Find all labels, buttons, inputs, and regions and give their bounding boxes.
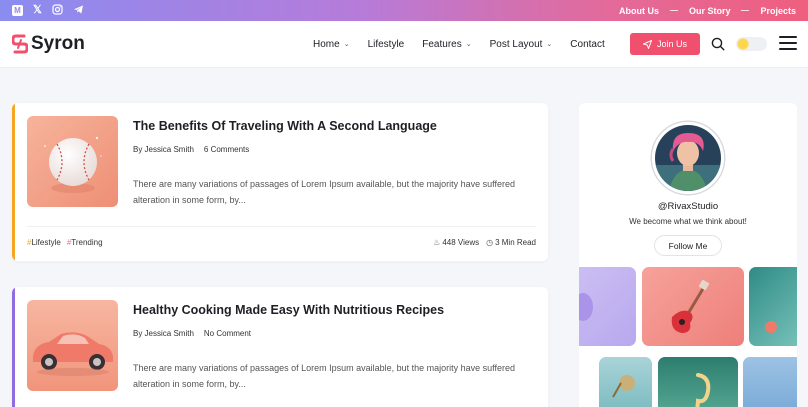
post-meta: By Jessica Smith 6 Comments [133, 145, 249, 154]
logo-mark-icon [12, 34, 28, 54]
post-meta: By Jessica Smith No Comment [133, 329, 251, 338]
tag-trending[interactable]: #Trending [67, 238, 103, 247]
clock-icon: ◷ [486, 238, 494, 247]
gallery-image[interactable] [579, 267, 636, 346]
post-author[interactable]: By Jessica Smith [133, 145, 194, 154]
site-logo[interactable]: Syron [12, 33, 85, 55]
author-widget: @RivaxStudio We become what we think abo… [579, 103, 797, 407]
divider [741, 10, 750, 11]
search-icon[interactable] [711, 37, 725, 51]
join-us-button[interactable]: Join Us [630, 33, 700, 55]
medium-icon[interactable]: M [12, 5, 23, 16]
nav-contact-label: Contact [570, 38, 605, 50]
flame-icon: ♨ [433, 238, 441, 247]
post-excerpt: There are many variations of passages of… [133, 179, 516, 205]
read-time-stat: ◷ 3 Min Read [486, 238, 536, 247]
site-header: Syron Home ⌄ Lifestyle Features ⌄ Post L… [0, 21, 808, 67]
projects-link[interactable]: Projects [760, 6, 796, 16]
telegram-icon[interactable] [73, 4, 84, 18]
nav-features-label: Features [422, 38, 462, 50]
logo-text: Syron [31, 33, 85, 54]
main-nav: Home ⌄ Lifestyle Features ⌄ Post Layout … [313, 21, 623, 67]
nav-home-label: Home [313, 38, 340, 50]
follow-me-button[interactable]: Follow Me [654, 235, 722, 256]
send-icon [642, 39, 652, 49]
gallery-image[interactable] [658, 357, 738, 407]
social-links: M 𝕏 [12, 3, 84, 18]
about-us-link[interactable]: About Us [619, 6, 659, 16]
card-accent-bar [12, 103, 15, 261]
nav-lifestyle[interactable]: Lifestyle [368, 39, 405, 50]
post-stats: ♨ 448 Views ◷ 3 Min Read [433, 238, 536, 247]
nav-contact[interactable]: Contact [570, 39, 604, 50]
instagram-icon[interactable] [52, 3, 63, 18]
chevron-down-icon: ⌄ [465, 41, 472, 48]
gallery-image[interactable] [743, 357, 797, 407]
sun-icon [738, 39, 748, 49]
chevron-down-icon: ⌄ [546, 41, 553, 48]
post-excerpt: There are many variations of passages of… [133, 363, 516, 389]
our-story-link[interactable]: Our Story [689, 6, 731, 16]
theme-toggle[interactable] [736, 37, 767, 51]
post-thumbnail[interactable] [27, 300, 118, 391]
card-accent-bar [12, 287, 15, 407]
gallery-image[interactable] [749, 267, 797, 346]
author-handle[interactable]: @RivaxStudio [579, 201, 797, 212]
post-author[interactable]: By Jessica Smith [133, 329, 194, 338]
chevron-down-icon: ⌄ [343, 41, 350, 48]
gallery-image[interactable] [642, 267, 744, 346]
post-title[interactable]: Healthy Cooking Made Easy With Nutritiou… [133, 303, 444, 317]
nav-features[interactable]: Features ⌄ [422, 39, 471, 50]
tag-lifestyle[interactable]: #Lifestyle [27, 238, 61, 247]
avatar[interactable] [652, 122, 724, 194]
author-motto: We become what we think about! [629, 217, 747, 226]
divider [27, 226, 536, 227]
post-title[interactable]: The Benefits Of Traveling With A Second … [133, 119, 437, 133]
nav-home[interactable]: Home ⌄ [313, 39, 350, 50]
top-links: About Us Our Story Projects [619, 6, 796, 16]
nav-post-layout[interactable]: Post Layout ⌄ [490, 39, 553, 50]
divider [669, 10, 678, 11]
post-card: The Benefits Of Traveling With A Second … [12, 103, 548, 261]
nav-lifestyle-label: Lifestyle [367, 38, 405, 50]
post-comments[interactable]: 6 Comments [204, 145, 249, 154]
post-tags: #Lifestyle #Trending [27, 238, 103, 247]
hamburger-menu-icon[interactable] [779, 36, 797, 50]
top-bar: M 𝕏 About Us Our Story Projects [0, 0, 808, 21]
post-card: Healthy Cooking Made Easy With Nutritiou… [12, 287, 548, 407]
post-comments[interactable]: No Comment [204, 329, 251, 338]
nav-post-layout-label: Post Layout [489, 38, 543, 50]
join-us-label: Join Us [656, 39, 687, 49]
x-icon[interactable]: 𝕏 [33, 5, 42, 16]
post-thumbnail[interactable] [27, 116, 118, 207]
views-stat: ♨ 448 Views [433, 238, 480, 247]
gallery-image[interactable] [599, 357, 652, 407]
